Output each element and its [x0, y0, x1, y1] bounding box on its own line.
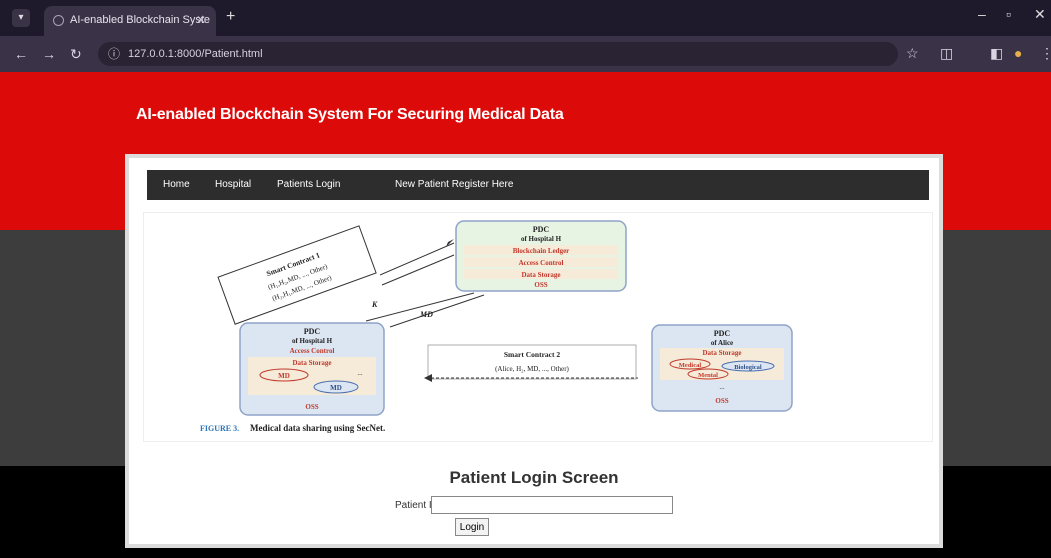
site-info-icon[interactable]: ⓘ	[108, 42, 120, 66]
sc2-line: (Alice, H₂, MD, ..., Other)	[495, 365, 569, 373]
restore-icon[interactable]: ▫	[1006, 6, 1011, 22]
pdc-h2-md2: MD	[330, 384, 342, 392]
globe-icon	[53, 15, 64, 26]
pdc-alice-medical: Medical	[679, 362, 702, 369]
site-title: AI-enabled Blockchain System For Securin…	[136, 106, 564, 123]
patient-id-input[interactable]	[431, 496, 673, 514]
architecture-diagram: PDC of Hospital H Blockchain Ledger Acce…	[200, 220, 793, 433]
reload-icon[interactable]: ↻	[70, 46, 82, 63]
figure-caption-prefix: FIGURE 3.	[200, 424, 239, 433]
pdc-h2-md1: MD	[278, 372, 290, 380]
pdc-h1-subtitle: of Hospital H	[521, 235, 562, 243]
pdc-h1-row: Access Control	[519, 259, 564, 267]
tab-search-icon[interactable]: ▾	[12, 9, 30, 27]
pdc-hospital-h1-box: PDC of Hospital H Blockchain Ledger Acce…	[455, 220, 627, 292]
menu-item-new-patient-register[interactable]: New Patient Register Here	[395, 179, 513, 190]
figure-caption-text: Medical data sharing using SecNet.	[250, 423, 385, 433]
arrow-label-k: K	[371, 300, 378, 309]
login-button[interactable]: Login	[455, 518, 489, 536]
new-tab-icon[interactable]: +	[226, 8, 235, 26]
smart-contract-1: Smart Contract 1 (H₁,H₂,MD, ..., Other) …	[217, 225, 377, 325]
close-tab-icon[interactable]: ✕	[196, 6, 206, 34]
minimize-icon[interactable]: –	[978, 6, 986, 22]
pdc-h1-row: Data Storage	[521, 271, 560, 279]
pdc-h2-title: PDC	[304, 327, 321, 336]
pdc-alice-title: PDC	[714, 329, 731, 338]
pdc-h2-row: OSS	[305, 403, 318, 411]
pdc-alice-row: OSS	[715, 397, 728, 405]
login-title: Patient Login Screen	[449, 468, 619, 487]
pdc-alice-subtitle: of Alice	[711, 339, 733, 347]
pdc-alice-mental: Mental	[698, 372, 718, 379]
pdc-alice-box: PDC of Alice Data Storage Medical Biolog…	[651, 324, 793, 412]
profile-avatar-icon[interactable]: ●	[1014, 45, 1022, 61]
pdc-h2-row: Data Storage	[292, 359, 331, 367]
content-card: Home Hospital Patients Login New Patient…	[125, 154, 943, 548]
pdc-alice-ellipsis: ...	[719, 383, 725, 391]
pdc-alice-biological: Biological	[734, 364, 762, 371]
web-page: AI-enabled Blockchain System For Securin…	[0, 72, 1051, 558]
menu-dots-icon[interactable]: ⋮	[1040, 45, 1051, 62]
browser-tab-bar: ▾ AI-enabled Blockchain Syste ✕ + – ▫ ✕	[0, 0, 1051, 36]
menu-item-patients-login[interactable]: Patients Login	[277, 179, 340, 190]
sc2-title: Smart Contract 2	[504, 350, 560, 359]
menu-item-hospital[interactable]: Hospital	[215, 179, 251, 190]
forward-icon[interactable]: →	[42, 46, 56, 62]
window-close-icon[interactable]: ✕	[1034, 6, 1046, 23]
smart-contract-2: Smart Contract 2 (Alice, H₂, MD, ..., Ot…	[424, 344, 638, 382]
bookmark-star-icon[interactable]: ☆	[906, 45, 919, 62]
pdc-hospital-h2-box: PDC of Hospital H Access Control Data St…	[239, 322, 385, 416]
pdc-h1-row: OSS	[534, 281, 547, 289]
browser-toolbar: ← → ↻ ⓘ 127.0.0.1:8000/Patient.html ☆ ◫ …	[0, 36, 1051, 72]
sidebar-icon[interactable]: ◧	[990, 45, 1003, 62]
back-icon[interactable]: ←	[14, 46, 28, 62]
extensions-icon[interactable]: ◫	[940, 45, 953, 62]
address-bar[interactable]: ⓘ 127.0.0.1:8000/Patient.html	[98, 42, 898, 66]
architecture-figure: PDC of Hospital H Blockchain Ledger Acce…	[143, 212, 933, 442]
tab-title: AI-enabled Blockchain Syste	[70, 14, 211, 26]
pdc-h2-subtitle: of Hospital H	[292, 337, 333, 345]
arrow-label-md: MD	[419, 310, 433, 319]
pdc-h2-ellipsis: ...	[357, 369, 363, 377]
pdc-h2-row: Access Control	[290, 347, 335, 355]
pdc-h1-title: PDC	[533, 225, 550, 234]
url-text: 127.0.0.1:8000/Patient.html	[128, 48, 263, 60]
pdc-h1-row: Blockchain Ledger	[513, 247, 570, 255]
menu-item-home[interactable]: Home	[163, 179, 190, 190]
nav-menu: Home Hospital Patients Login New Patient…	[147, 170, 929, 200]
pdc-alice-row: Data Storage	[702, 349, 741, 357]
browser-tab[interactable]: AI-enabled Blockchain Syste ✕	[44, 6, 216, 36]
